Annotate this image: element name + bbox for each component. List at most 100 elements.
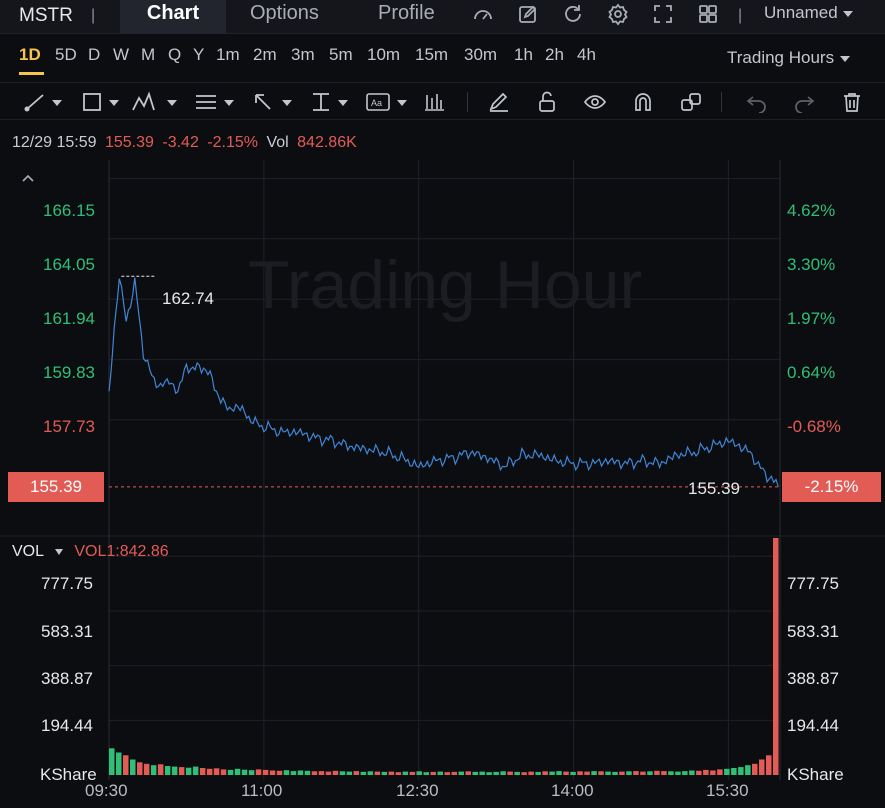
- line-tool-icon[interactable]: [24, 91, 66, 113]
- volume-bar: [157, 764, 164, 775]
- volume-bar: [640, 771, 646, 775]
- drawing-toolbar: Aa: [0, 82, 885, 120]
- timeframe-5d[interactable]: 5D: [55, 45, 77, 65]
- volume-bar: [346, 771, 353, 775]
- caret-down-icon[interactable]: [54, 548, 64, 556]
- gear-icon[interactable]: [606, 2, 630, 26]
- quote-price: 155.39: [104, 134, 154, 151]
- grid-icon[interactable]: [696, 2, 720, 26]
- timeframe-2m[interactable]: 2m: [253, 45, 277, 65]
- timeframe-5m[interactable]: 5m: [329, 45, 353, 65]
- timeframe-30m[interactable]: 30m: [464, 45, 497, 65]
- ticker-symbol[interactable]: MSTR: [19, 5, 73, 27]
- timeframe-15m[interactable]: 15m: [415, 45, 448, 65]
- volume-bar: [269, 770, 276, 775]
- volume-bar: [220, 769, 227, 775]
- pattern-tool-icon[interactable]: [131, 91, 181, 113]
- volume-bar: [668, 771, 674, 775]
- rectangle-tool-icon[interactable]: [81, 91, 123, 113]
- pct-tick-right: 0.64%: [787, 363, 836, 382]
- eye-icon[interactable]: [583, 91, 607, 113]
- current-price-tag: 155.39: [8, 472, 104, 502]
- price-tick-left: 157.73: [43, 417, 95, 436]
- volume-bar: [395, 772, 402, 775]
- time-tick: 12:30: [396, 781, 439, 800]
- volume-bar: [521, 772, 527, 775]
- undo-icon[interactable]: [745, 91, 769, 113]
- edit-icon[interactable]: [516, 2, 540, 26]
- fib-tool-icon[interactable]: [194, 91, 236, 113]
- timeframe-d[interactable]: D: [88, 45, 100, 65]
- arrow-tool-icon[interactable]: [252, 91, 294, 113]
- volume-bar: [374, 771, 381, 775]
- timeframe-1m[interactable]: 1m: [216, 45, 240, 65]
- volume-bar: [143, 763, 150, 775]
- volume-title[interactable]: VOL: [12, 543, 43, 560]
- volume-bar: [745, 765, 751, 775]
- volume-bar: [528, 771, 534, 775]
- volume-bar: [409, 771, 416, 775]
- quote-vol-label: Vol: [266, 134, 289, 151]
- volume-bar: [493, 771, 499, 775]
- pen-icon[interactable]: [487, 91, 511, 113]
- timeframe-1d[interactable]: 1D: [19, 45, 41, 65]
- timeframe-q[interactable]: Q: [168, 45, 181, 65]
- refresh-icon[interactable]: [561, 2, 585, 26]
- tab-profile[interactable]: Profile: [366, 0, 447, 34]
- svg-text:Aa: Aa: [371, 98, 382, 108]
- volume-tick-left: 777.75: [41, 574, 93, 593]
- volume-bar: [437, 771, 443, 775]
- magnet-icon[interactable]: [632, 91, 654, 113]
- divider: |: [91, 7, 96, 24]
- tab-options[interactable]: Options: [238, 0, 331, 34]
- volume-bar: [738, 767, 744, 775]
- current-pct-tag: -2.15%: [782, 472, 881, 502]
- link-icon[interactable]: [679, 91, 703, 113]
- redo-icon[interactable]: [792, 91, 816, 113]
- volume-bar: [682, 771, 688, 775]
- trash-icon[interactable]: [841, 91, 863, 113]
- volume-bar: [171, 766, 178, 775]
- timeframe-2h[interactable]: 2h: [545, 45, 564, 65]
- caret-down-icon: [843, 10, 854, 17]
- layout-name: Unnamed: [764, 3, 838, 22]
- unlock-icon[interactable]: [536, 91, 558, 113]
- tab-chart[interactable]: Chart: [120, 0, 226, 34]
- volume-bar: [605, 771, 611, 775]
- divider: |: [738, 7, 743, 24]
- volume-bar: [556, 771, 562, 775]
- text-tool-icon[interactable]: Aa: [365, 91, 409, 113]
- high-price-label: 162.74: [162, 289, 214, 308]
- timeframe-w[interactable]: W: [113, 45, 129, 65]
- volume-bar: [381, 771, 388, 775]
- volume-bar: [633, 771, 639, 775]
- toolbar-divider: [467, 92, 468, 112]
- volume-bar: [675, 771, 681, 775]
- volume-bar: [234, 768, 241, 775]
- fullscreen-icon[interactable]: [651, 2, 675, 26]
- timeframe-10m[interactable]: 10m: [367, 45, 400, 65]
- volume-bar: [724, 768, 730, 775]
- timeframe-4h[interactable]: 4h: [577, 45, 596, 65]
- timeframe-1h[interactable]: 1h: [514, 45, 533, 65]
- volume-tick-left: 583.31: [41, 622, 93, 641]
- volume-bar: [123, 755, 129, 775]
- volume-bar: [570, 771, 576, 775]
- timeframe-y[interactable]: Y: [193, 45, 204, 65]
- layout-selector[interactable]: Unnamed: [764, 3, 854, 23]
- volume-bar: [514, 771, 520, 775]
- volume-bar: [388, 771, 395, 775]
- session-selector[interactable]: Trading Hours: [727, 48, 851, 68]
- chart-canvas[interactable]: Trading Hour: [0, 160, 885, 785]
- volume-bar: [479, 771, 485, 775]
- volume-bar: [276, 770, 283, 775]
- volume-bar: [150, 765, 157, 775]
- volume-bar: [472, 771, 478, 775]
- volume-bar: [241, 769, 248, 775]
- indicator-icon[interactable]: [423, 91, 445, 113]
- speedometer-icon[interactable]: [471, 2, 495, 26]
- timeframe-m[interactable]: M: [141, 45, 155, 65]
- timeframe-3m[interactable]: 3m: [291, 45, 315, 65]
- measure-tool-icon[interactable]: [310, 91, 352, 113]
- volume-bar: [283, 770, 290, 775]
